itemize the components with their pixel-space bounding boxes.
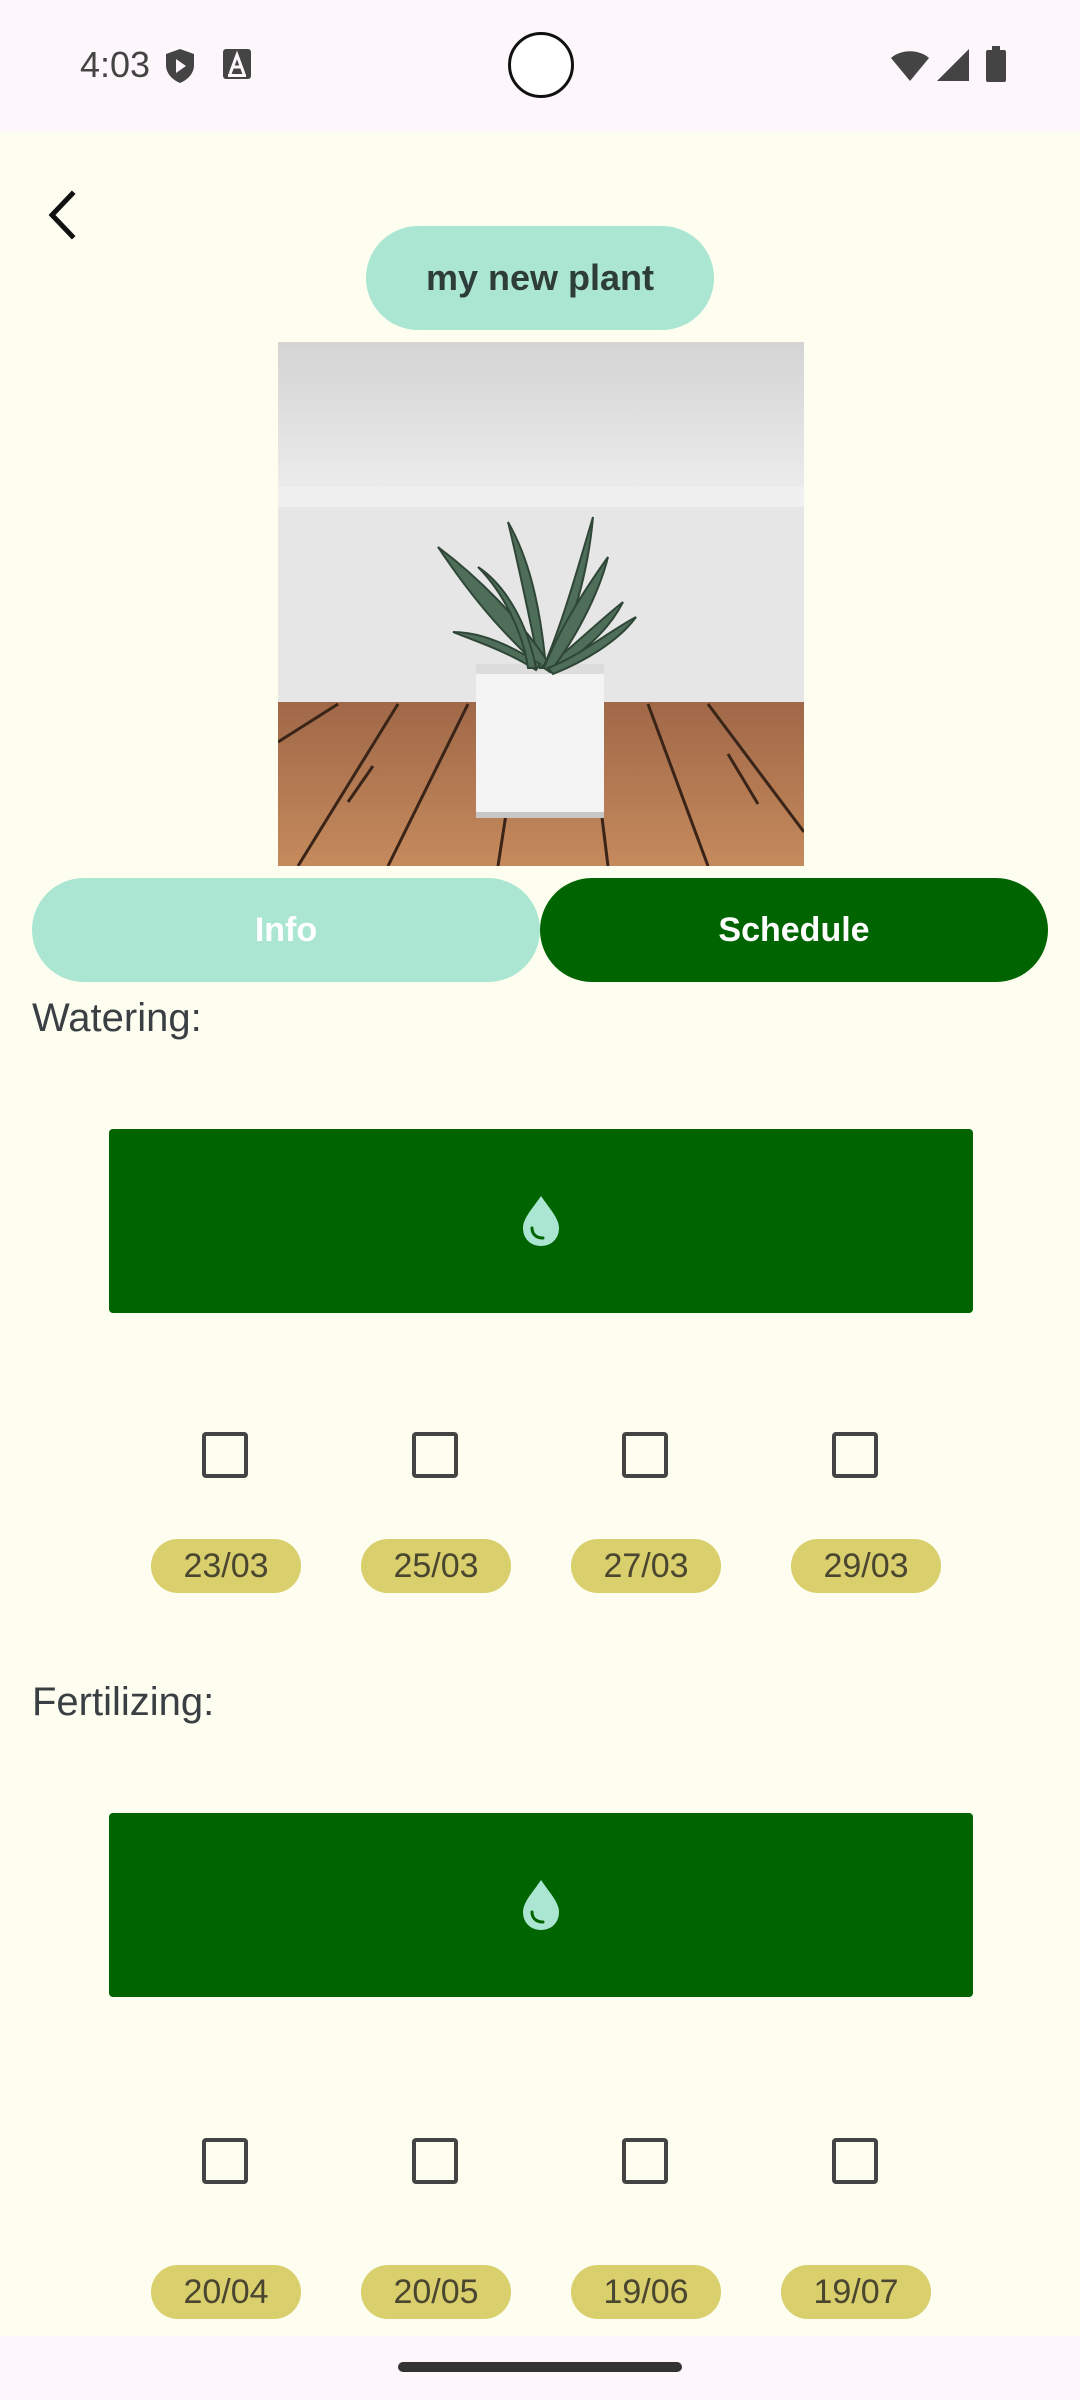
fertilizing-date-4: 19/07 [781,2265,931,2319]
water-drop-icon [523,1196,559,1246]
watering-checkbox-1[interactable] [202,1432,248,1478]
water-drop-icon [523,1880,559,1930]
fertilizing-date-2: 20/05 [361,2265,511,2319]
battery-icon [986,46,1006,87]
gesture-nav-bar [0,2336,1080,2400]
tab-schedule[interactable]: Schedule [540,878,1048,982]
watering-label: Watering: [32,996,202,1040]
plant-photo [278,342,804,866]
watering-date-2: 25/03 [361,1539,511,1593]
fertilizing-label: Fertilizing: [32,1680,215,1724]
home-indicator[interactable] [398,2362,682,2372]
play-protect-icon [164,48,196,89]
watering-date-4: 29/03 [791,1539,941,1593]
fertilizing-checkbox-2[interactable] [412,2138,458,2184]
back-button[interactable] [36,172,96,252]
watering-checkbox-4[interactable] [832,1432,878,1478]
watering-date-3: 27/03 [571,1539,721,1593]
plant-detail-screen: my new plant Info Schedule Watering: 23/… [0,132,1080,2336]
signal-icon [936,48,970,87]
watering-checkbox-3[interactable] [622,1432,668,1478]
watering-button[interactable] [109,1129,973,1313]
tab-info[interactable]: Info [32,878,540,982]
arrow-back-icon [48,190,76,240]
camera-cutout [508,32,574,98]
wifi-icon [890,50,930,87]
fertilizing-checkbox-1[interactable] [202,2138,248,2184]
fertilizing-checkbox-3[interactable] [622,2138,668,2184]
fertilizing-checkbox-4[interactable] [832,2138,878,2184]
status-bar: 4:03 [0,0,1080,132]
plant-name-title[interactable]: my new plant [366,226,714,330]
fertilizing-date-1: 20/04 [151,2265,301,2319]
watering-checkbox-2[interactable] [412,1432,458,1478]
watering-date-1: 23/03 [151,1539,301,1593]
fertilizing-date-3: 19/06 [571,2265,721,2319]
text-a-icon [222,48,252,85]
status-time: 4:03 [80,44,151,85]
fertilizing-button[interactable] [109,1813,973,1997]
